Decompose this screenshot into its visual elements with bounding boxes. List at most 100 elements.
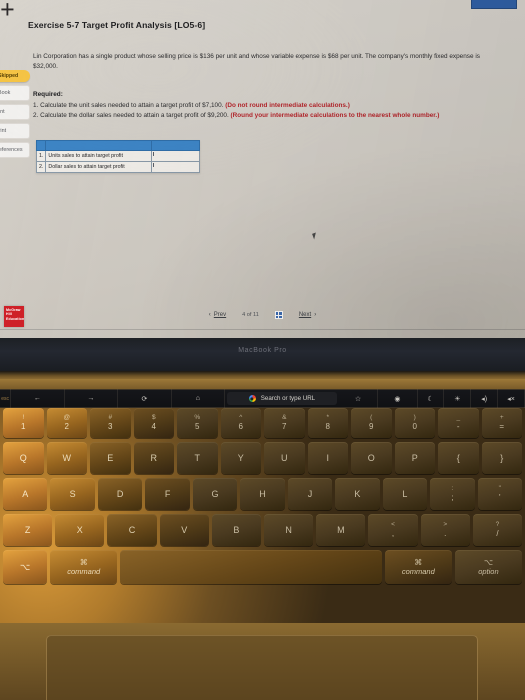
key-legend: 7 bbox=[282, 422, 287, 431]
back-icon[interactable]: ← bbox=[11, 389, 65, 408]
key-0[interactable]: ) 0 bbox=[394, 408, 435, 438]
key-e[interactable]: E bbox=[90, 442, 131, 474]
key-a[interactable]: A bbox=[3, 478, 48, 510]
key-4[interactable]: $4 bbox=[133, 408, 174, 438]
grid-view-icon[interactable] bbox=[274, 311, 283, 319]
key-legend: W bbox=[62, 453, 72, 463]
key-{[interactable]: { bbox=[438, 442, 479, 474]
key-y[interactable]: Y bbox=[220, 442, 261, 474]
key--[interactable]: _ - bbox=[438, 408, 479, 438]
mute-icon[interactable]: ◂× bbox=[498, 389, 525, 408]
key-p[interactable]: P bbox=[394, 442, 435, 474]
sidebar-item-hint[interactable]: Hint bbox=[0, 104, 30, 120]
key-top-legend: + bbox=[499, 414, 504, 421]
key-5[interactable]: % 5 bbox=[177, 408, 218, 438]
key-z[interactable]: Z bbox=[3, 514, 53, 546]
privacy-icon[interactable]: ◉ bbox=[378, 389, 418, 408]
key-v[interactable]: V bbox=[159, 514, 209, 546]
key-legend: N bbox=[285, 525, 292, 535]
key-7[interactable]: & 7 bbox=[264, 408, 305, 438]
key-top-legend: ⌘ bbox=[414, 557, 423, 567]
forward-icon[interactable]: → bbox=[65, 389, 119, 408]
key-s[interactable]: S bbox=[50, 478, 95, 510]
table-header-num bbox=[35, 139, 47, 151]
key-m[interactable]: M bbox=[316, 514, 366, 546]
key-.[interactable]: >. bbox=[420, 514, 470, 546]
key-top-legend: @ bbox=[63, 414, 71, 421]
sidebar-item-ebook[interactable]: eBook bbox=[0, 85, 30, 101]
key-r[interactable]: R bbox=[133, 442, 174, 474]
key-top-legend: ) bbox=[413, 414, 416, 421]
requirement-2-text: 2. Calculate the dollar sales needed to … bbox=[33, 112, 231, 120]
key-u[interactable]: U bbox=[264, 442, 305, 474]
key-w[interactable]: W bbox=[46, 442, 87, 474]
reload-icon[interactable]: ⟳ bbox=[118, 389, 172, 408]
key-'[interactable]: " ' bbox=[477, 478, 522, 510]
key-t[interactable]: T bbox=[177, 442, 218, 474]
key-k[interactable]: K bbox=[335, 478, 380, 510]
key-c[interactable]: C bbox=[107, 514, 157, 546]
requirement-1: 1. Calculate the unit sales needed to at… bbox=[33, 101, 495, 111]
touchbar-url-field[interactable]: Search or type URL bbox=[227, 392, 337, 405]
keyboard-row-home: A S D F G H J K L:; " ' bbox=[1, 478, 524, 510]
key-9[interactable]: (9 bbox=[351, 408, 392, 438]
key-3[interactable]: #3 bbox=[90, 408, 131, 438]
trackpad[interactable] bbox=[46, 635, 478, 700]
key-j[interactable]: J bbox=[287, 478, 333, 510]
key-6[interactable]: ^ 6 bbox=[220, 408, 261, 438]
key-;[interactable]: :; bbox=[430, 478, 475, 510]
key-legend: B bbox=[233, 525, 240, 535]
key-h[interactable]: H bbox=[240, 478, 285, 510]
key-,[interactable]: <, bbox=[368, 514, 418, 546]
bookmark-star-icon[interactable]: ☆ bbox=[339, 389, 379, 408]
key-1[interactable]: ! 1 bbox=[3, 408, 44, 438]
key-o[interactable]: O bbox=[351, 442, 392, 474]
touchbar-esc-key[interactable]: esc bbox=[0, 389, 12, 408]
key-l[interactable]: L bbox=[382, 478, 428, 510]
row-1-answer-input[interactable] bbox=[151, 149, 200, 162]
key-n[interactable]: N bbox=[264, 514, 314, 546]
key-legend: G bbox=[211, 489, 219, 499]
next-button[interactable]: Next › bbox=[299, 312, 316, 318]
key-x[interactable]: X bbox=[55, 514, 105, 546]
key-top-legend: ^ bbox=[239, 414, 243, 421]
key-b[interactable]: B bbox=[211, 514, 262, 546]
key-2[interactable]: @2 bbox=[46, 408, 87, 438]
exercise-content: Exercise 5-7 Target Profit Analysis [LO5… bbox=[28, 20, 511, 173]
key-space[interactable] bbox=[120, 550, 382, 584]
key-command-right[interactable]: ⌘ command bbox=[384, 550, 452, 584]
key-legend: = bbox=[499, 422, 505, 431]
key-legend: 5 bbox=[195, 422, 200, 431]
keyboard[interactable]: ! 1 @2 #3 $4% 5 ^ 6 & 7 * 8(9) 0 _ - + = Q W E R T Y U I O P{} AS… bbox=[0, 408, 525, 623]
key-legend: Q bbox=[19, 453, 27, 463]
key-command-left[interactable]: ⌘ command bbox=[50, 550, 118, 584]
brightness-icon[interactable]: ☀ bbox=[444, 389, 472, 408]
key-legend: } bbox=[500, 453, 504, 463]
key-f[interactable]: F bbox=[145, 478, 190, 510]
key-legend: command bbox=[401, 566, 435, 576]
key-q[interactable]: Q bbox=[3, 442, 44, 474]
sidebar-item-print[interactable]: Print bbox=[0, 123, 30, 139]
key-option-left[interactable]: ⌥ bbox=[3, 550, 48, 584]
key-top-legend: " bbox=[498, 485, 501, 492]
night-shift-icon[interactable]: ☾ bbox=[418, 389, 445, 408]
prev-button[interactable]: ‹ Prev bbox=[209, 312, 226, 318]
key-top-legend: < bbox=[391, 521, 395, 528]
key-}[interactable]: } bbox=[481, 442, 522, 474]
sidebar-item-references[interactable]: References bbox=[0, 142, 30, 158]
key-/[interactable]: ? / bbox=[472, 514, 523, 546]
key-top-legend: ? bbox=[495, 521, 500, 528]
row-2-answer-input[interactable] bbox=[151, 160, 200, 173]
key-8[interactable]: * 8 bbox=[307, 408, 348, 438]
key-top-legend: $ bbox=[151, 414, 156, 421]
key-i[interactable]: I bbox=[307, 442, 348, 474]
volume-icon[interactable]: ◂) bbox=[471, 389, 499, 408]
touch-bar[interactable]: esc ← → ⟳ ⌂ Search or type URL ☆ ◉ ☾ ☀ ◂… bbox=[0, 389, 525, 408]
key-legend: L bbox=[402, 489, 408, 499]
key-option-right[interactable]: ⌥ option bbox=[454, 550, 522, 584]
key-top-legend: ⌘ bbox=[79, 557, 88, 567]
key-=[interactable]: + = bbox=[481, 408, 522, 438]
key-g[interactable]: G bbox=[192, 478, 238, 510]
key-d[interactable]: D bbox=[97, 478, 143, 510]
home-icon[interactable]: ⌂ bbox=[172, 389, 226, 408]
